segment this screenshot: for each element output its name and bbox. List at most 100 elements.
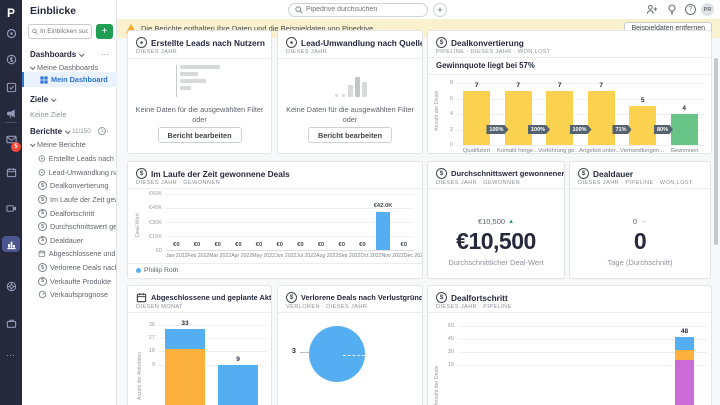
gridline [458,339,707,340]
global-search-box[interactable] [288,3,428,17]
my-reports-label: Meine Berichte [37,140,86,149]
month-label: Jan 2022 [166,253,187,259]
card-divider [428,188,564,189]
bar-total: 33 [165,320,205,327]
funnel-bar-gewonnen[interactable]: 4 [671,114,698,145]
dashboards-more-icon[interactable]: ⋯ [101,50,110,59]
y-tick: 4 [442,111,453,117]
campaigns-nav-icon[interactable] [0,103,22,123]
kpi-block: 0→ 0 Tage (Durchschnitt) [570,206,710,278]
whats-new-icon[interactable] [667,4,677,15]
goals-section-header[interactable]: Ziele [30,95,55,104]
conversion-badge: 100% [528,125,550,134]
create-report-button[interactable]: + [96,24,113,39]
user-avatar[interactable]: PR [701,3,714,16]
quick-add-button[interactable]: + [433,3,447,17]
activity-bar-2[interactable]: 9 [218,365,258,405]
delta-value: 0 [633,217,637,226]
november-bar[interactable] [376,212,390,250]
card-aktivitaeten: Abgeschlossene und geplante Aktivitäten … [127,285,272,405]
calendar-nav-icon[interactable] [0,162,22,182]
dollar-circle-icon [6,54,17,65]
segment-completed [165,329,205,349]
progress-stacked-bar[interactable]: 48 [675,337,694,405]
gridline [458,365,707,366]
report-item-dealfortschritt[interactable]: $Dealfortschritt [38,206,116,220]
funnel-bar-angebot[interactable]: 7 [588,91,615,145]
activities-nav-icon[interactable] [0,77,22,97]
y-axis-ticks: 8 6 4 2 0 [442,83,453,145]
pipedrive-logo[interactable]: P [0,3,22,23]
chart-legend[interactable]: Phillip Roth [136,267,178,274]
month-value: €0 [166,242,187,248]
conversion-badge: 71% [612,125,631,134]
month-column: €0 [331,194,352,250]
month-column: €0 [352,194,373,250]
report-item-im-laufe[interactable]: $Im Laufe der Zeit gewo... [38,193,116,207]
search-icon [295,6,303,14]
vertical-scrollbar[interactable] [714,58,718,245]
report-item-lead-umwandlung[interactable]: Lead-Umwandlung nac... [38,166,116,180]
month-label: Dec 2022 [404,253,423,259]
bar-total: 9 [218,356,258,363]
target-dot [138,39,145,46]
report-item-abgeschlossene[interactable]: Abgeschlossene und g... [38,247,116,261]
bericht-bearbeiten-button[interactable]: Bericht bearbeiten [308,127,392,143]
main-area: + ? PR Die Berichte enthalten Ihre Daten… [117,0,720,405]
kpi-block: €10,500▲ €10,500 Durchschnittlicher Deal… [428,206,564,278]
month-column: €0 [207,194,228,250]
global-search-input[interactable] [306,6,416,13]
more-apps-icon[interactable]: ⋯ [0,345,22,365]
bar-value: 4 [671,105,698,112]
help-icon[interactable]: ? [685,4,696,15]
y-axis-ticks: 60 45 30 15 [442,320,454,380]
dashboards-section-header[interactable]: Dashboards [30,50,83,59]
funnel-bar-vorfuehrung[interactable]: 7 [546,91,573,145]
card-divider [128,263,422,264]
leads-nav-icon[interactable] [0,23,22,43]
reports-section-header[interactable]: Berichte [30,127,69,136]
segment-orange [675,350,694,360]
lost-reasons-pie-chart[interactable] [309,326,365,382]
month-label: Nov 2022 [382,253,404,259]
dollar-circle-icon: $ [38,277,47,286]
funnel-bar-qualifiziert[interactable]: 7 [463,91,490,145]
nav-item-mein-dashboard-selected[interactable]: Mein Dashboard [22,72,117,87]
my-dashboards-group[interactable]: Meine Dashboards [30,63,98,72]
invite-users-icon[interactable] [646,4,658,15]
report-item-durchschnittswert[interactable]: $Durchschnittswert gew... [38,220,116,234]
report-item-verlorene[interactable]: $Verlorene Deals nach V... [38,261,116,275]
report-item-dealkonvertierung[interactable]: $Dealkonvertierung [38,179,116,193]
target-icon [136,37,147,48]
selected-indicator [22,72,24,87]
kpi-value: 0 [634,228,646,255]
report-item-verkaufsprognose[interactable]: Verkaufsprognose [38,288,116,302]
report-item-erstellte-leads[interactable]: Erstellte Leads nach N... [38,152,116,166]
video-nav-icon[interactable] [0,198,22,218]
funnel-bar-verhandlungen[interactable]: 5 [629,106,656,145]
y-tick: €60K [142,191,162,197]
deals-nav-icon[interactable] [0,49,22,69]
help-hub-nav-icon[interactable] [0,276,22,296]
insights-nav-icon-active[interactable] [2,236,20,252]
card-lead-umwandlung: Lead-Umwandlung nach Quellen DIESES JAHR… [277,30,423,154]
card-divider [278,312,422,313]
my-reports-group[interactable]: Meine Berichte [30,140,86,149]
insights-search-input[interactable] [40,28,88,35]
check-square-icon [6,82,17,93]
products-nav-icon[interactable] [0,313,22,333]
reports-more-icon[interactable]: ⋯ [101,127,110,136]
goals-label: Ziele [30,95,48,104]
card-filters: VERLOREN · DIESES JAHR [286,304,367,310]
insights-search-box[interactable] [28,24,92,39]
card-durchschnittswert: $Durchschnittswert gewonnener Deals DIES… [427,161,565,279]
dollar-glyph: $ [41,224,44,230]
report-item-dealdauer[interactable]: $Dealdauer [38,234,116,248]
activity-bar-1[interactable]: 33 [165,329,205,405]
funnel-bar-kontakt[interactable]: 7 [505,91,532,145]
calendar-icon [38,249,46,258]
report-item-verkaufte-produkte[interactable]: $Verkaufte Produkte [38,274,116,288]
placeholder-dot [342,94,345,97]
bericht-bearbeiten-button[interactable]: Bericht bearbeiten [157,127,241,143]
y-axis-label: Anzahl der Deals [434,366,440,405]
